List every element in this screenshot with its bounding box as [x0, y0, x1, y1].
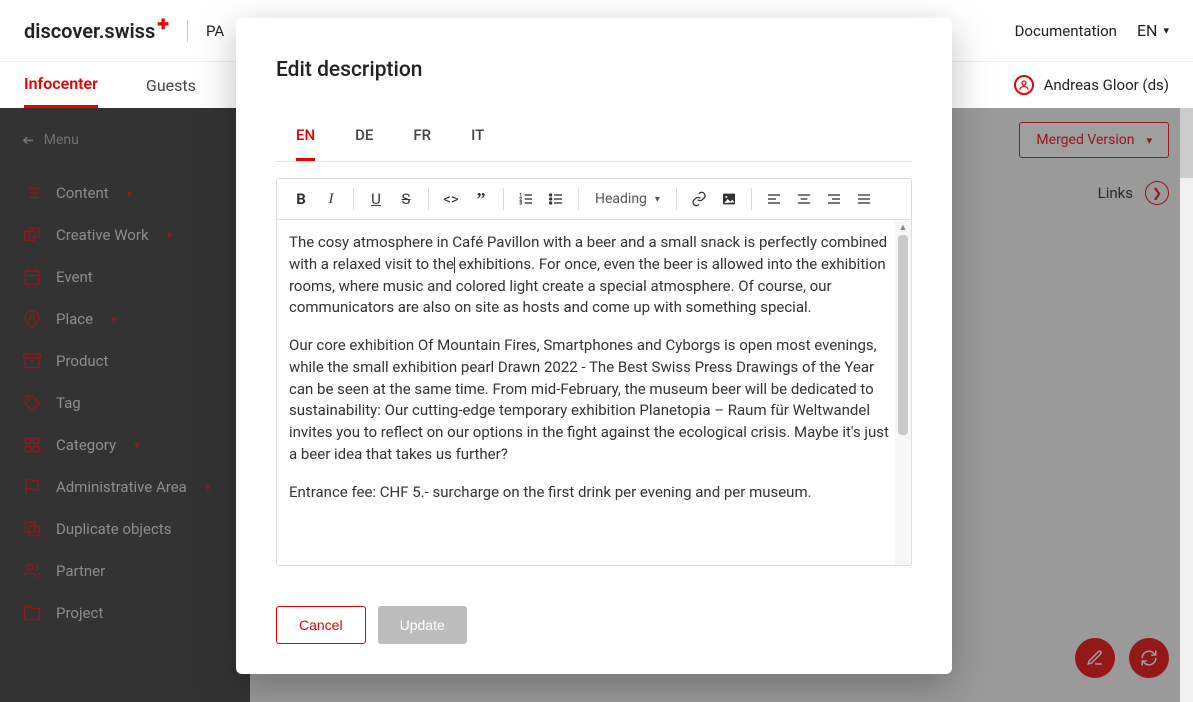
- modal-title: Edit description: [276, 58, 912, 82]
- link-button[interactable]: [685, 185, 713, 213]
- divider: [187, 20, 188, 42]
- chevron-down-icon: ▾: [655, 194, 660, 205]
- toolbar-separator: [428, 188, 429, 210]
- bold-button[interactable]: B: [287, 185, 315, 213]
- editor-scroll-thumb[interactable]: [898, 235, 908, 435]
- unordered-list-button[interactable]: [542, 185, 570, 213]
- documentation-link[interactable]: Documentation: [1015, 22, 1117, 40]
- heading-dropdown[interactable]: Heading ▾: [587, 191, 668, 207]
- page-scrollbar[interactable]: [1180, 108, 1193, 702]
- italic-button[interactable]: I: [317, 185, 345, 213]
- align-right-button[interactable]: [820, 185, 848, 213]
- scrollbar-thumb[interactable]: [1180, 108, 1193, 178]
- strikethrough-button[interactable]: S: [392, 185, 420, 213]
- toolbar-separator: [353, 188, 354, 210]
- nav-tab-guests[interactable]: Guests: [146, 64, 196, 107]
- language-label: EN: [1137, 21, 1158, 40]
- scroll-up-icon[interactable]: ▲: [895, 222, 911, 233]
- quote-button[interactable]: ”: [467, 185, 495, 213]
- nav-tab-infocenter[interactable]: Infocenter: [24, 62, 98, 108]
- modal-footer: Cancel Update: [236, 586, 952, 674]
- image-button[interactable]: [715, 185, 743, 213]
- toolbar-separator: [751, 188, 752, 210]
- lang-tab-de[interactable]: DE: [355, 112, 373, 161]
- cancel-button[interactable]: Cancel: [276, 606, 366, 644]
- editor-paragraph: The cosy atmosphere in Café Pavillon wit…: [289, 232, 893, 319]
- language-tabs: EN DE FR IT: [276, 112, 912, 162]
- brand-logo[interactable]: discover.swiss ✚: [24, 19, 169, 43]
- editor-toolbar: B I U S <> ” 123 Heading ▾: [276, 178, 912, 219]
- edit-description-modal: Edit description EN DE FR IT B I U S <> …: [236, 18, 952, 674]
- heading-label: Heading: [595, 191, 647, 207]
- user-name[interactable]: Andreas Gloor (ds): [1044, 76, 1169, 94]
- chevron-down-icon: ▾: [1163, 24, 1169, 37]
- description-editor[interactable]: The cosy atmosphere in Café Pavillon wit…: [276, 219, 912, 566]
- lang-tab-fr[interactable]: FR: [413, 112, 431, 161]
- toolbar-separator: [578, 188, 579, 210]
- brand-plus-icon: ✚: [157, 17, 169, 33]
- code-button[interactable]: <>: [437, 185, 465, 213]
- toolbar-separator: [676, 188, 677, 210]
- lang-tab-it[interactable]: IT: [471, 112, 484, 161]
- align-center-button[interactable]: [790, 185, 818, 213]
- language-selector[interactable]: EN ▾: [1137, 21, 1169, 40]
- user-avatar-icon[interactable]: [1014, 75, 1034, 95]
- toolbar-separator: [503, 188, 504, 210]
- editor-scrollbar[interactable]: ▲: [895, 220, 911, 565]
- update-button[interactable]: Update: [378, 606, 467, 644]
- editor-paragraph: Entrance fee: CHF 5.- surcharge on the f…: [289, 482, 893, 504]
- align-left-button[interactable]: [760, 185, 788, 213]
- brand-name: discover.swiss: [24, 19, 155, 43]
- align-justify-button[interactable]: [850, 185, 878, 213]
- ordered-list-button[interactable]: 123: [512, 185, 540, 213]
- svg-text:3: 3: [519, 200, 522, 206]
- lang-tab-en[interactable]: EN: [296, 112, 315, 161]
- partner-label: PA: [206, 22, 224, 40]
- underline-button[interactable]: U: [362, 185, 390, 213]
- editor-paragraph: Our core exhibition Of Mountain Fires, S…: [289, 335, 893, 466]
